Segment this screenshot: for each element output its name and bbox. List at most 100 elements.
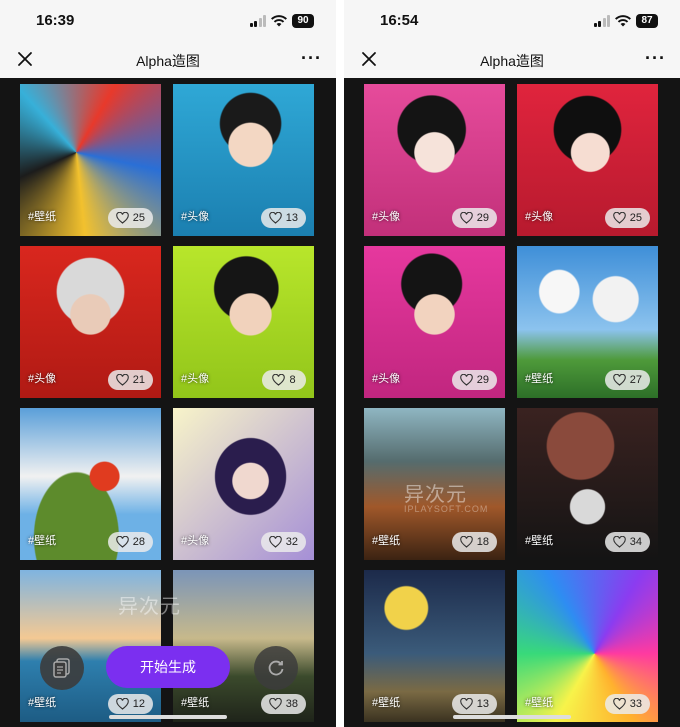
heart-icon (268, 536, 282, 548)
like-count: 29 (476, 212, 489, 224)
status-time: 16:54 (380, 12, 419, 29)
battery-indicator: 87 (636, 14, 658, 28)
like-count: 13 (476, 698, 489, 710)
like-count: 29 (476, 374, 489, 386)
gallery-card[interactable]: #壁纸 13 (364, 570, 505, 722)
status-icons: 87 (593, 14, 658, 28)
page-title: Alpha造图 (136, 53, 200, 69)
card-tag: #壁纸 (28, 211, 57, 223)
refresh-icon (268, 660, 284, 676)
like-count: 8 (289, 374, 296, 386)
card-tag: #壁纸 (28, 535, 57, 547)
more-options-icon[interactable]: ··· (301, 49, 322, 67)
like-button[interactable]: 25 (107, 208, 153, 228)
card-tag: #壁纸 (372, 697, 401, 709)
like-count: 12 (132, 698, 145, 710)
like-count: 13 (285, 212, 298, 224)
heart-icon (612, 212, 626, 224)
card-tag: #壁纸 (525, 535, 554, 547)
gallery-card[interactable]: #壁纸 27 (517, 246, 658, 398)
gallery-card[interactable]: #头像 29 (364, 84, 505, 236)
gallery-card[interactable]: #头像 8 (173, 246, 314, 398)
gallery-card[interactable]: #壁纸 34 (517, 408, 658, 560)
gallery-card[interactable]: #头像 32 (173, 408, 314, 560)
nav-bar: Alpha造图 ··· (344, 42, 680, 78)
heart-icon (268, 698, 282, 710)
card-tag: #头像 (525, 211, 554, 223)
card-tag: #壁纸 (525, 697, 554, 709)
card-tag: #头像 (28, 373, 57, 385)
like-count: 25 (629, 212, 642, 224)
gallery-card[interactable]: #头像 25 (517, 84, 658, 236)
card-tag: #壁纸 (372, 535, 401, 547)
like-button[interactable]: 34 (604, 532, 650, 552)
heart-icon (612, 698, 626, 710)
wifi-icon (615, 15, 631, 27)
like-button[interactable]: 33 (604, 694, 650, 714)
heart-icon (268, 212, 282, 224)
like-count: 27 (629, 374, 642, 386)
gallery-card[interactable]: #头像 13 (173, 84, 314, 236)
gallery-history-button[interactable] (40, 646, 84, 690)
card-tag: #壁纸 (525, 373, 554, 385)
home-indicator (453, 715, 571, 719)
status-bar: 16:39 90 (0, 0, 336, 42)
card-tag: #头像 (372, 373, 401, 385)
like-button[interactable]: 18 (451, 532, 497, 552)
like-button[interactable]: 13 (260, 208, 306, 228)
card-tag: #头像 (181, 211, 210, 223)
like-button[interactable]: 38 (260, 694, 306, 714)
like-count: 28 (132, 536, 145, 548)
like-button[interactable]: 13 (451, 694, 497, 714)
heart-icon (115, 536, 129, 548)
phone-screen-right: 16:54 87 Alpha造图 ··· #头像 29 #头像 25 #头像 29 #… (344, 0, 680, 727)
gallery-feed[interactable]: #壁纸 25 #头像 13 #头像 21 #头像 8 #壁纸 28 #头像 32 #壁纸 12… (0, 78, 336, 727)
refresh-button[interactable] (254, 646, 298, 690)
like-button[interactable]: 32 (260, 532, 306, 552)
cellular-signal-icon (593, 15, 610, 27)
gallery-card[interactable]: #壁纸 33 (517, 570, 658, 722)
status-bar: 16:54 87 (344, 0, 680, 42)
wifi-icon (271, 15, 287, 27)
image-grid: #壁纸 25 #头像 13 #头像 21 #头像 8 #壁纸 28 #头像 32 #壁纸 12… (20, 84, 316, 722)
card-tag: #壁纸 (28, 697, 57, 709)
like-button[interactable]: 21 (107, 370, 153, 390)
nav-bar: Alpha造图 ··· (0, 42, 336, 78)
card-tag: #壁纸 (181, 697, 210, 709)
like-button[interactable]: 28 (107, 532, 153, 552)
heart-icon (612, 374, 626, 386)
phone-screen-left: 16:39 90 Alpha造图 ··· #壁纸 25 #头像 13 #头像 21 #… (0, 0, 336, 727)
watermark-site: IPLAYSOFT.COM (404, 504, 489, 514)
heart-icon (115, 212, 129, 224)
card-tag: #头像 (372, 211, 401, 223)
gallery-card[interactable]: #头像 29 (364, 246, 505, 398)
heart-icon (115, 374, 129, 386)
heart-icon (272, 374, 286, 386)
card-tag: #头像 (181, 535, 210, 547)
battery-indicator: 90 (292, 14, 314, 28)
start-generate-button[interactable]: 开始生成 (106, 646, 230, 688)
like-button[interactable]: 25 (604, 208, 650, 228)
more-options-icon[interactable]: ··· (645, 49, 666, 67)
heart-icon (115, 698, 129, 710)
heart-icon (459, 212, 473, 224)
like-button[interactable]: 27 (604, 370, 650, 390)
like-count: 34 (629, 536, 642, 548)
like-count: 38 (285, 698, 298, 710)
like-button[interactable]: 29 (451, 370, 497, 390)
status-time: 16:39 (36, 12, 75, 29)
gallery-card[interactable]: #头像 21 (20, 246, 161, 398)
like-button[interactable]: 12 (107, 694, 153, 714)
gallery-card[interactable]: #壁纸 25 (20, 84, 161, 236)
gallery-feed[interactable]: #头像 29 #头像 25 #头像 29 #壁纸 27 #壁纸 18 #壁纸 34 #壁纸 1… (344, 78, 680, 727)
heart-icon (459, 536, 473, 548)
status-icons: 90 (249, 14, 314, 28)
like-count: 25 (132, 212, 145, 224)
like-button[interactable]: 29 (451, 208, 497, 228)
home-indicator (109, 715, 227, 719)
cellular-signal-icon (249, 15, 266, 27)
history-icon (53, 658, 70, 678)
like-button[interactable]: 8 (262, 370, 306, 390)
gallery-card[interactable]: #壁纸 28 (20, 408, 161, 560)
like-count: 18 (476, 536, 489, 548)
